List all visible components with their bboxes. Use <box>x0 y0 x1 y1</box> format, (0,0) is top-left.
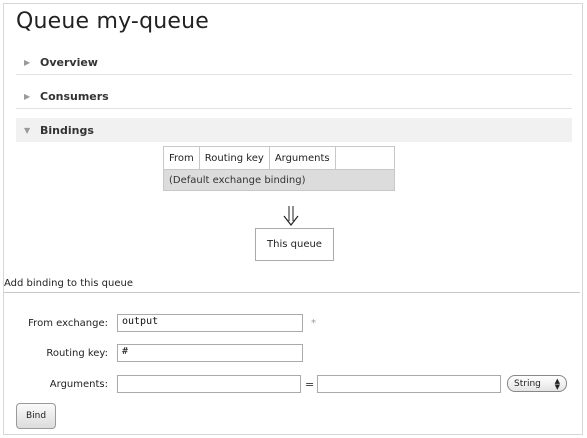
table-row: (Default exchange binding) <box>163 169 395 191</box>
bindings-table-header: From Routing key Arguments <box>163 146 395 170</box>
argument-type-selected: String <box>514 378 541 389</box>
default-exchange-binding-cell: (Default exchange binding) <box>163 169 395 191</box>
bind-button[interactable]: Bind <box>16 403 56 429</box>
page-title: Queue my-queue <box>16 9 209 34</box>
section-overview[interactable]: ▶ Overview <box>16 50 572 75</box>
arguments-label: Arguments: <box>49 379 108 390</box>
required-marker: * <box>311 318 316 329</box>
routing-key-label: Routing key: <box>46 348 108 359</box>
from-exchange-label: From exchange: <box>28 318 108 329</box>
section-bindings[interactable]: ▼ Bindings <box>16 118 572 142</box>
routing-key-input[interactable]: # <box>117 344 303 362</box>
section-bindings-label: Bindings <box>40 123 94 137</box>
updown-arrows-icon: ▲ ▼ <box>554 376 560 391</box>
section-overview-label: Overview <box>40 55 98 69</box>
bindings-table: From Routing key Arguments (Default exch… <box>163 146 395 191</box>
equals-sign: = <box>305 378 315 391</box>
argument-key-input[interactable] <box>117 375 301 393</box>
collapsed-triangle-icon: ▶ <box>24 91 31 101</box>
section-consumers-label: Consumers <box>40 89 109 103</box>
this-queue-box: This queue <box>255 228 334 261</box>
column-header-from: From <box>163 146 200 170</box>
column-header-actions <box>334 146 395 170</box>
section-consumers[interactable]: ▶ Consumers <box>16 84 572 109</box>
argument-value-input[interactable] <box>317 375 501 393</box>
column-header-arguments: Arguments <box>268 146 336 170</box>
column-header-routing-key: Routing key <box>198 146 270 170</box>
from-exchange-input[interactable]: output <box>117 314 303 332</box>
collapsed-triangle-icon: ▶ <box>24 57 31 67</box>
argument-type-select[interactable]: String ▲ ▼ <box>507 375 567 392</box>
add-binding-heading: Add binding to this queue <box>4 278 580 293</box>
expanded-triangle-icon: ▼ <box>24 125 31 135</box>
double-down-arrow-icon <box>283 206 299 226</box>
